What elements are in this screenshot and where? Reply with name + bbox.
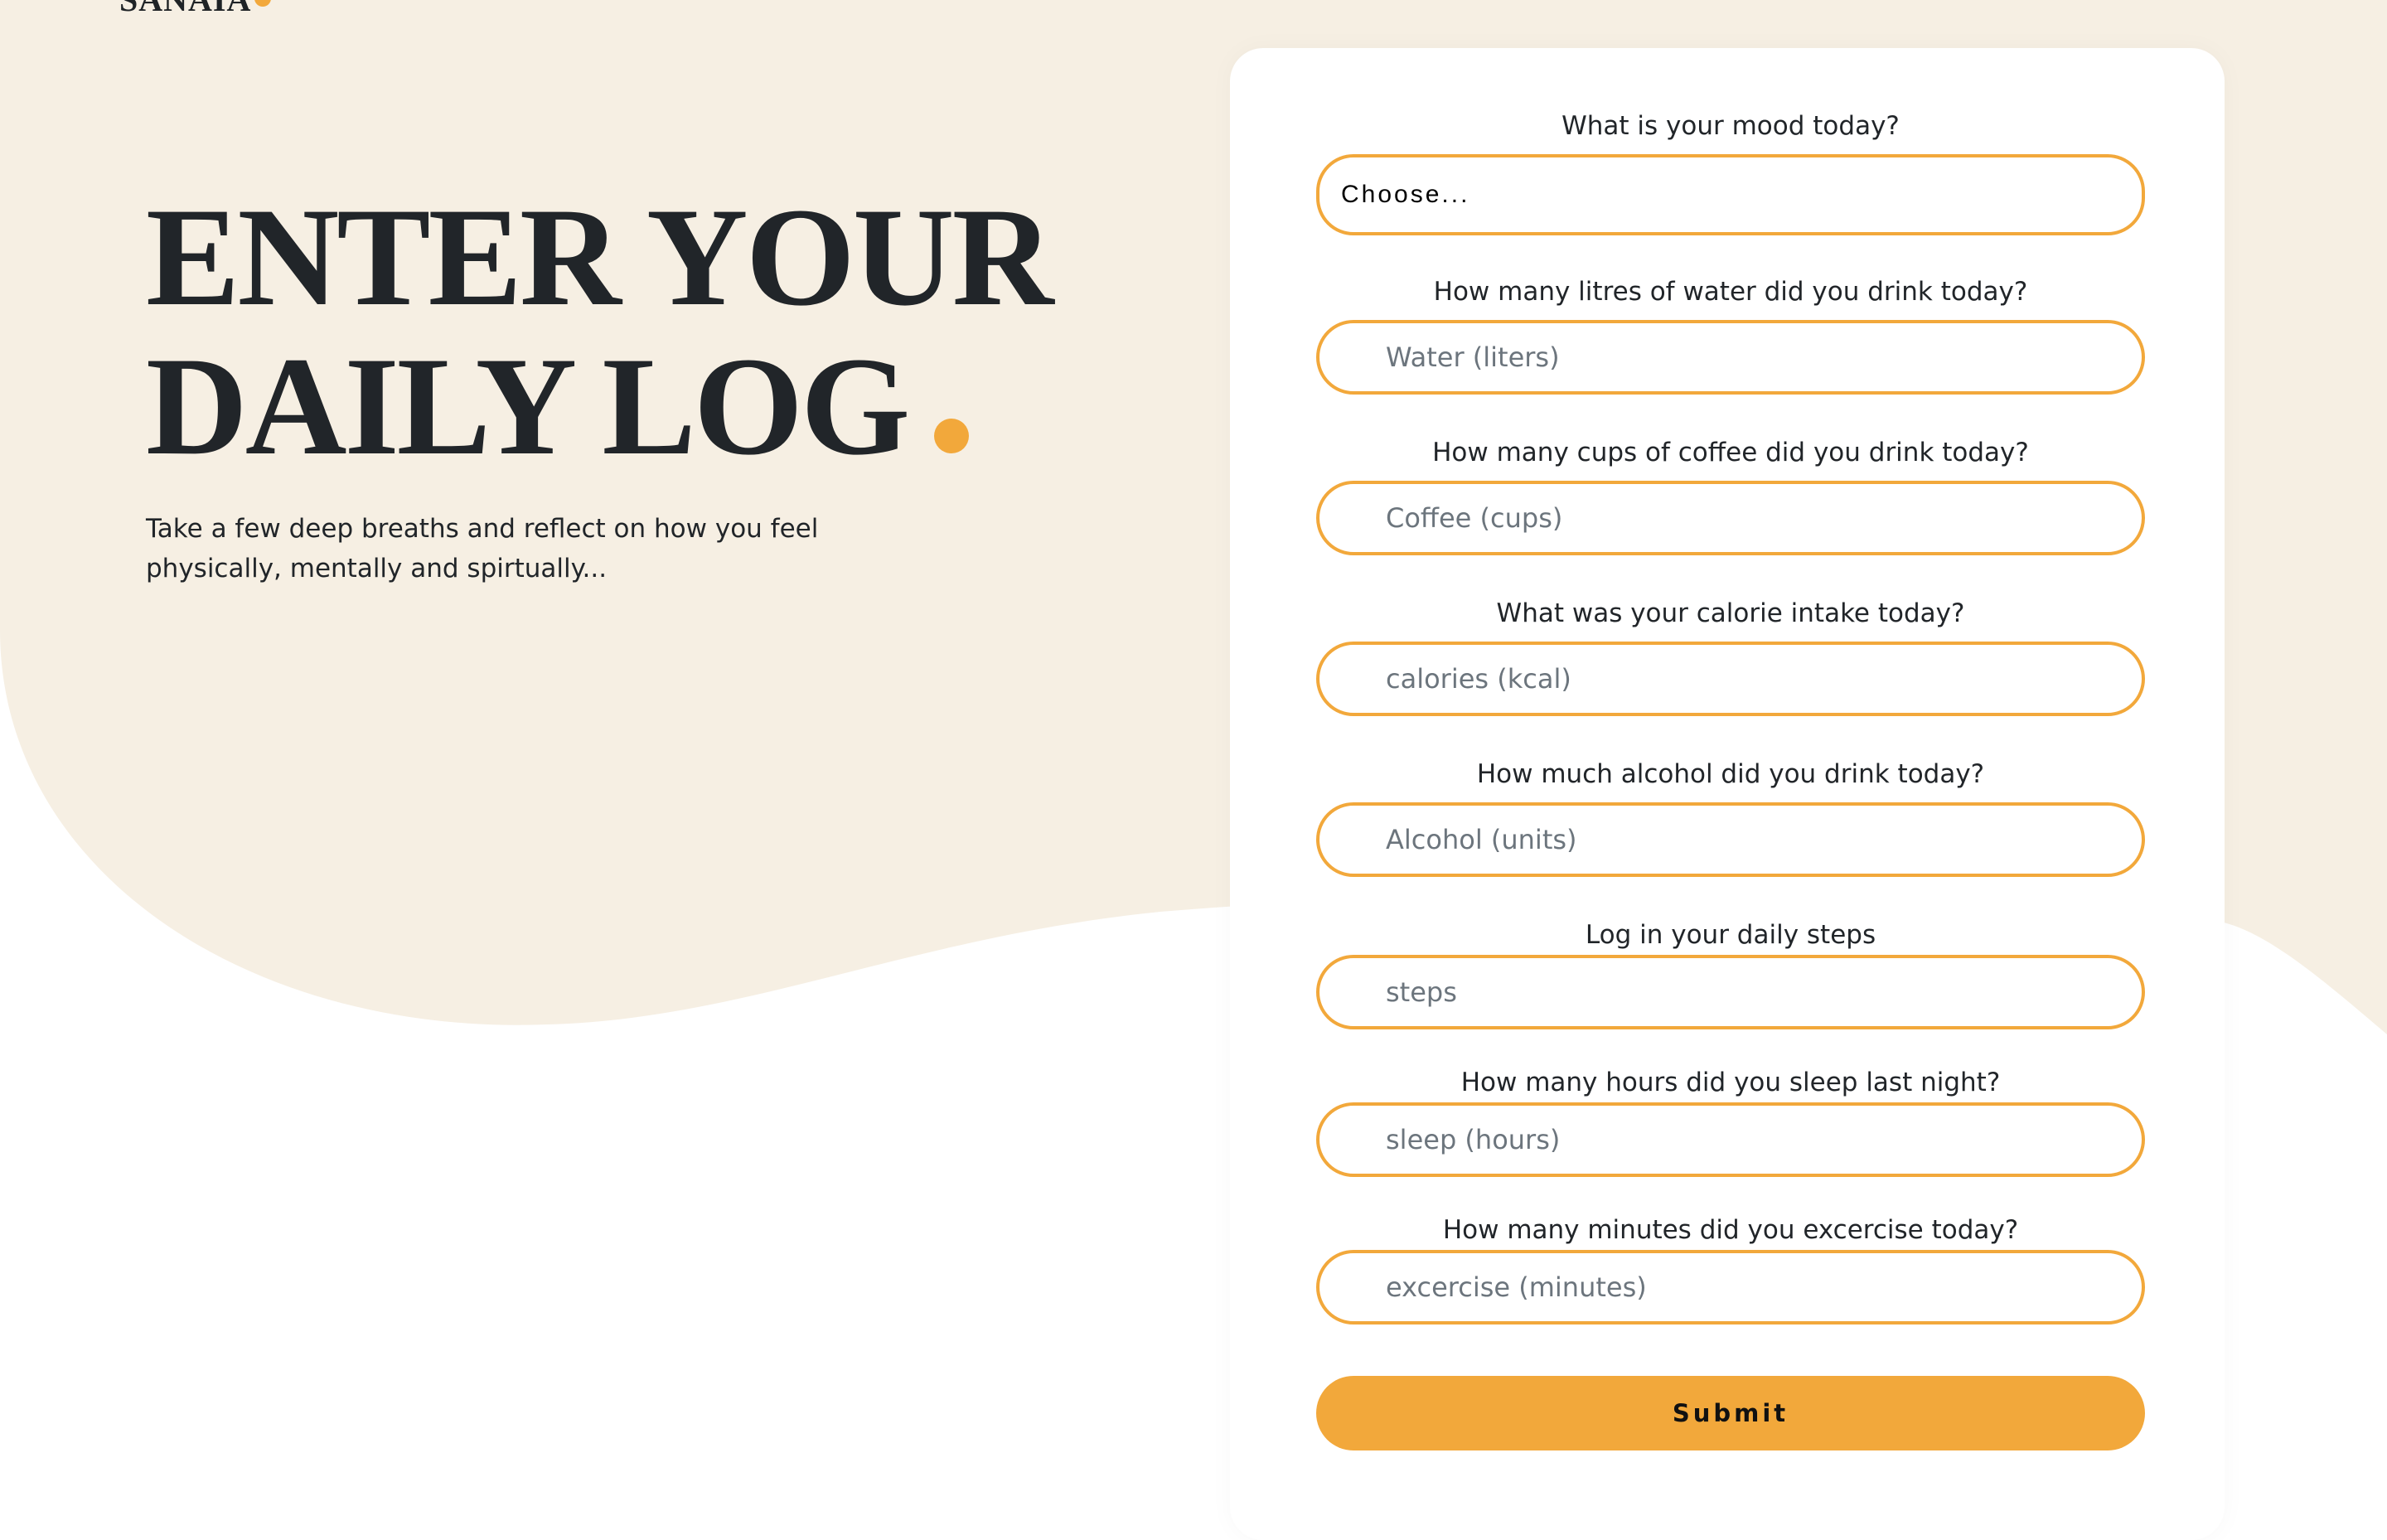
alcohol-field: How much alcohol did you drink today? Al… — [1316, 758, 2145, 877]
water-question: How many litres of water did you drink t… — [1433, 277, 2028, 307]
water-input[interactable]: Water (liters) — [1316, 320, 2145, 395]
logo-dot — [254, 0, 272, 7]
sleep-field: How many hours did you sleep last night?… — [1316, 1066, 2145, 1177]
sleep-placeholder: sleep (hours) — [1386, 1124, 1561, 1155]
steps-placeholder: steps — [1386, 976, 1457, 1008]
calorie-question: What was your calorie intake today? — [1496, 598, 1965, 628]
coffee-placeholder: Coffee (cups) — [1386, 502, 1563, 534]
title-line-1: ENTER YOUR — [146, 179, 1053, 335]
sleep-question: How many hours did you sleep last night? — [1460, 1068, 2001, 1097]
coffee-input[interactable]: Coffee (cups) — [1316, 481, 2145, 555]
exercise-placeholder: excercise (minutes) — [1386, 1271, 1647, 1303]
steps-question: Log in your daily steps — [1585, 920, 1876, 950]
logo[interactable]: SANAIA — [119, 0, 272, 19]
alcohol-question: How much alcohol did you drink today? — [1476, 759, 1985, 789]
exercise-field: How many minutes did you excercise today… — [1316, 1213, 2145, 1324]
title-dot — [934, 419, 970, 453]
title-line-2-wrap: DAILY LOG — [146, 332, 1058, 481]
calorie-input[interactable]: calories (kcal) — [1316, 642, 2145, 716]
exercise-input[interactable]: excercise (minutes) — [1316, 1250, 2145, 1324]
hero-subtitle: Take a few deep breaths and reflect on h… — [146, 514, 819, 584]
mood-field: What is your mood today? Choose... — [1316, 109, 2145, 235]
water-field: How many litres of water did you drink t… — [1316, 275, 2145, 395]
steps-field: Log in your daily steps steps — [1316, 918, 2145, 1029]
steps-input[interactable]: steps — [1316, 955, 2145, 1029]
sleep-input[interactable]: sleep (hours) — [1316, 1102, 2145, 1177]
coffee-field: How many cups of coffee did you drink to… — [1316, 436, 2145, 555]
alcohol-input[interactable]: Alcohol (units) — [1316, 802, 2145, 877]
logo-text: SANAIA — [119, 0, 251, 18]
page-title: ENTER YOUR DAILY LOG — [146, 182, 1058, 481]
exercise-question: How many minutes did you excercise today… — [1442, 1215, 2019, 1245]
title-line-2: DAILY LOG — [146, 328, 910, 484]
mood-question: What is your mood today? — [1561, 111, 1900, 141]
calorie-placeholder: calories (kcal) — [1386, 663, 1571, 695]
submit-label: Submit — [1672, 1399, 1789, 1427]
calorie-field: What was your calorie intake today? calo… — [1316, 597, 2145, 716]
mood-select-value: Choose... — [1341, 181, 1470, 208]
daily-log-form: What is your mood today? Choose... How m… — [1230, 48, 2225, 1540]
water-placeholder: Water (liters) — [1386, 341, 1560, 373]
alcohol-placeholder: Alcohol (units) — [1386, 824, 1577, 855]
mood-select[interactable]: Choose... — [1316, 154, 2145, 235]
coffee-question: How many cups of coffee did you drink to… — [1432, 438, 2029, 467]
hero-section: ENTER YOUR DAILY LOG Take a few deep bre… — [146, 182, 1058, 588]
submit-button[interactable]: Submit — [1316, 1376, 2145, 1450]
